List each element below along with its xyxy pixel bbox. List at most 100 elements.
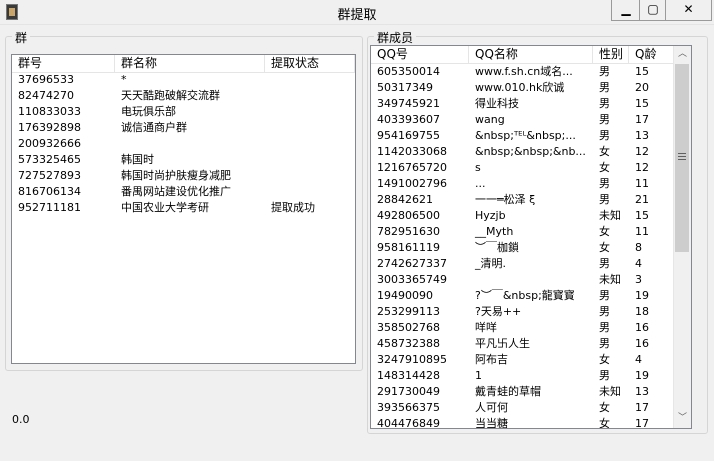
table-cell: 404476849 [377, 417, 440, 429]
table-cell: 458732388 [377, 337, 440, 350]
table-row[interactable]: 954169755 &nbsp;ᵀᴱᴸ&nbsp;... 男 13 [371, 128, 674, 144]
column-header-qq-name[interactable]: QQ名称 [469, 46, 593, 63]
table-row[interactable]: 253299113 ?天易++ 男 18 [371, 304, 674, 320]
maximize-button[interactable]: ▢ [639, 0, 667, 21]
table-row[interactable]: 28842621 一一═松泽 ξ 男 21 [371, 192, 674, 208]
table-row[interactable]: 1142033068 &nbsp;&nbsp;&nb... 女 12 [371, 144, 674, 160]
table-cell: 12 [635, 161, 649, 174]
table-cell: ... [475, 177, 486, 190]
column-header-qq-number[interactable]: QQ号 [371, 46, 469, 63]
table-cell: 韩国时尚护肤瘦身减肥 [121, 169, 231, 182]
table-cell: 349745921 [377, 97, 440, 110]
table-cell [265, 104, 355, 120]
table-cell: 19 [635, 369, 649, 382]
table-row[interactable]: 958161119 ︶￣枷鎖 女 8 [371, 240, 674, 256]
window-title: 群提取 [337, 8, 377, 23]
table-row[interactable]: 404476849 当当糖 女 17 [371, 416, 674, 429]
table-cell [265, 168, 355, 184]
scrollbar-thumb[interactable] [675, 64, 689, 252]
table-cell: ?︶￣&nbsp;龍寳寳 [475, 289, 575, 302]
table-cell: 3247910895 [377, 353, 447, 366]
table-row[interactable]: 727527893 韩国时尚护肤瘦身减肥 [12, 168, 355, 184]
table-cell: * [121, 73, 127, 86]
table-cell: wang [475, 113, 505, 126]
table-row[interactable]: 492806500 Hyzjb 未知 15 [371, 208, 674, 224]
minimize-button[interactable]: ▁ [611, 0, 641, 21]
table-cell: ?天易++ [475, 305, 522, 318]
table-cell: 15 [635, 209, 649, 222]
table-cell: 20 [635, 81, 649, 94]
table-row[interactable]: 82474270 天天酷跑破解交流群 [12, 88, 355, 104]
table-cell: 未知 [599, 385, 621, 398]
table-cell: 4 [635, 353, 642, 366]
table-cell: 1142033068 [377, 145, 447, 158]
table-cell [265, 120, 355, 136]
table-row[interactable]: 291730049 戴青蛙的草帽 未知 13 [371, 384, 674, 400]
table-cell: 403393607 [377, 113, 440, 126]
members-groupbox-label: 群成员 [374, 29, 417, 46]
column-header-qq-age[interactable]: Q龄 [629, 46, 674, 63]
table-row[interactable]: 349745921 得业科技 男 15 [371, 96, 674, 112]
table-row[interactable]: 573325465 韩国时 [12, 152, 355, 168]
table-cell: 782951630 [377, 225, 440, 238]
table-cell: 19 [635, 289, 649, 302]
table-cell [265, 136, 355, 152]
table-cell: 番禺网站建设优化推广 [121, 185, 231, 198]
close-button[interactable]: ✕ [665, 0, 712, 21]
table-cell: 1491002796 [377, 177, 447, 190]
table-cell: 女 [599, 225, 610, 238]
table-cell: 电玩俱乐部 [121, 105, 176, 118]
table-row[interactable]: 1491002796 ... 男 11 [371, 176, 674, 192]
table-cell: 17 [635, 417, 649, 429]
table-cell: 16 [635, 321, 649, 334]
table-cell: 816706134 [18, 185, 81, 198]
members-vertical-scrollbar[interactable]: ︿ ﹀ [673, 46, 691, 428]
table-cell: 3003365749 [377, 273, 447, 286]
table-row[interactable]: 605350014 www.f.sh.cn域名... 男 15 [371, 64, 674, 80]
table-row[interactable]: 458732388 平凡卐人生 男 16 [371, 336, 674, 352]
table-row[interactable]: 3247910895 阿布吉 女 4 [371, 352, 674, 368]
column-header-gender[interactable]: 性别 [593, 46, 629, 63]
table-row[interactable]: 37696533 * [12, 72, 355, 88]
table-cell: 一一═松泽 ξ [475, 193, 536, 206]
table-row[interactable]: 393566375 人可何 女 17 [371, 400, 674, 416]
column-header-group-id[interactable]: 群号 [12, 55, 115, 72]
table-cell: 未知 [599, 209, 621, 222]
table-cell: 得业科技 [475, 97, 519, 110]
table-row[interactable]: 358502768 咩咩 男 16 [371, 320, 674, 336]
table-cell [265, 152, 355, 168]
column-header-group-name[interactable]: 群名称 [115, 55, 265, 72]
table-cell: 13 [635, 385, 649, 398]
scrollbar-grip-icon [678, 159, 686, 160]
table-row[interactable]: 782951630 __Myth 女 11 [371, 224, 674, 240]
table-row[interactable]: 1216765720 s 女 12 [371, 160, 674, 176]
table-cell: 4 [635, 257, 642, 270]
groups-list[interactable]: 群号 群名称 提取状态 37696533 * 82474270 天天酷跑破解交流群 11… [11, 54, 356, 364]
scroll-down-arrow-icon[interactable]: ﹀ [674, 410, 691, 427]
scroll-up-arrow-icon[interactable]: ︿ [674, 46, 691, 63]
table-cell: 82474270 [18, 89, 74, 102]
table-cell: Hyzjb [475, 209, 506, 222]
table-row[interactable]: 2742627337 _清明. 男 4 [371, 256, 674, 272]
table-cell: 男 [599, 129, 610, 142]
table-row[interactable]: 200932666 [12, 136, 355, 152]
table-row[interactable]: 19490090 ?︶￣&nbsp;龍寳寳 男 19 [371, 288, 674, 304]
table-cell: 男 [599, 289, 610, 302]
table-row[interactable]: 50317349 www.010.hk欣诚 男 20 [371, 80, 674, 96]
table-row[interactable]: 952711181 中国农业大学考研 提取成功 [12, 200, 355, 216]
table-cell: 人可何 [475, 401, 508, 414]
title-bar: 群提取 ▁ ▢ ✕ [0, 0, 714, 25]
table-cell: 8 [635, 241, 642, 254]
members-list[interactable]: QQ号 QQ名称 性别 Q龄 ︿ ﹀ 605350014 www.f.sh.cn域… [370, 45, 692, 429]
table-row[interactable]: 403393607 wang 男 17 [371, 112, 674, 128]
table-cell: 平凡卐人生 [475, 337, 530, 350]
table-cell: 男 [599, 97, 610, 110]
table-row[interactable]: 110833033 电玩俱乐部 [12, 104, 355, 120]
table-cell: 492806500 [377, 209, 440, 222]
table-row[interactable]: 148314428 1 男 19 [371, 368, 674, 384]
table-row[interactable]: 176392898 诚信通商户群 [12, 120, 355, 136]
table-row[interactable]: 3003365749 未知 3 [371, 272, 674, 288]
table-row[interactable]: 816706134 番禺网站建设优化推广 [12, 184, 355, 200]
column-header-extract-status[interactable]: 提取状态 [265, 55, 355, 72]
table-cell: 605350014 [377, 65, 440, 78]
